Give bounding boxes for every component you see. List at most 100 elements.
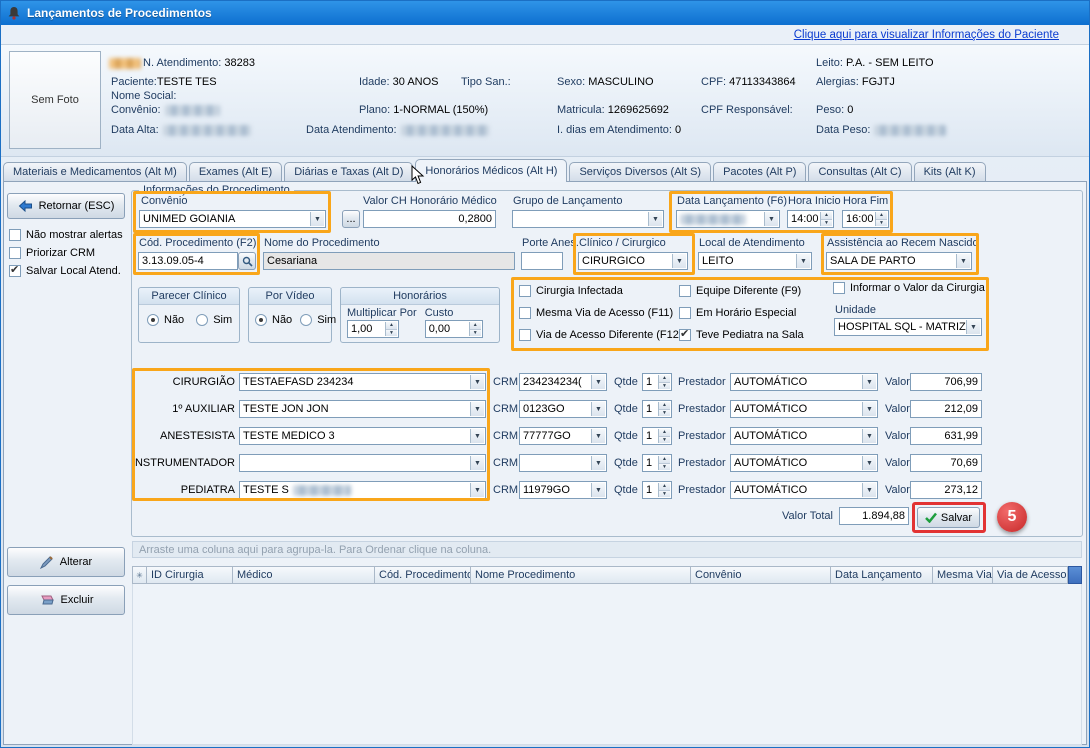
spinner-arrows-icon[interactable]: ▲▼: [875, 212, 887, 226]
chevron-down-icon[interactable]: ▼: [470, 402, 484, 416]
cod-procedimento-input[interactable]: 3.13.09.05-4: [138, 252, 238, 270]
chevron-down-icon[interactable]: ▼: [862, 456, 876, 470]
chevron-down-icon[interactable]: ▼: [862, 375, 876, 389]
salvar-button[interactable]: Salvar: [917, 507, 980, 528]
checkbox-nao-mostrar-alertas[interactable]: Não mostrar alertas: [9, 229, 123, 241]
clinico-cirurgico-combo[interactable]: CIRURGICO▼: [578, 252, 688, 270]
column-data-lancamento[interactable]: Data Lançamento: [831, 566, 933, 584]
chevron-down-icon[interactable]: ▼: [796, 254, 810, 268]
prestador-combo[interactable]: AUTOMÁTICO▼: [730, 454, 878, 472]
tab-materiais[interactable]: Materiais e Medicamentos (Alt M): [3, 162, 187, 182]
crm-combo[interactable]: 0123GO▼: [519, 400, 607, 418]
valor-ch-input[interactable]: 0,2800: [363, 210, 496, 228]
assistencia-rn-combo[interactable]: SALA DE PARTO▼: [826, 252, 972, 270]
local-atendimento-combo[interactable]: LEITO▼: [698, 252, 812, 270]
spinner-arrows-icon[interactable]: ▲▼: [658, 402, 670, 416]
checkbox-cirurgia-infectada[interactable]: Cirurgia Infectada: [519, 285, 623, 297]
chevron-down-icon[interactable]: ▼: [862, 429, 876, 443]
chevron-down-icon[interactable]: ▼: [966, 320, 980, 334]
column-via-acesso[interactable]: Via de Acesso: [993, 566, 1068, 584]
column-nome-procedimento[interactable]: Nome Procedimento: [471, 566, 691, 584]
chevron-down-icon[interactable]: ▼: [470, 456, 484, 470]
chevron-down-icon[interactable]: ▼: [764, 212, 778, 226]
hora-inicio-spinner[interactable]: 14:00 ▲▼: [787, 210, 834, 228]
spinner-arrows-icon[interactable]: ▲▼: [658, 456, 670, 470]
qtde-spinner[interactable]: 1▲▼: [642, 454, 672, 472]
crm-combo[interactable]: 234234234(▼: [519, 373, 607, 391]
checkbox-salvar-local-atend[interactable]: Salvar Local Atend.: [9, 265, 121, 277]
spinner-arrows-icon[interactable]: ▲▼: [658, 429, 670, 443]
chevron-down-icon[interactable]: ▼: [591, 456, 605, 470]
convenio-browse-button[interactable]: ...: [342, 210, 360, 228]
column-id-cirurgia[interactable]: ID Cirurgia: [147, 566, 233, 584]
qtde-spinner[interactable]: 1▲▼: [642, 400, 672, 418]
crm-combo[interactable]: 77777GO▼: [519, 427, 607, 445]
valor-input[interactable]: 631,99: [910, 427, 982, 445]
convenio-combo[interactable]: UNIMED GOIANIA▼: [139, 210, 326, 228]
medico-combo[interactable]: TESTAEFASD 234234▼: [239, 373, 486, 391]
grupo-lancamento-combo[interactable]: ▼: [512, 210, 664, 228]
spinner-arrows-icon[interactable]: ▲▼: [820, 212, 832, 226]
checkbox-equipe-diferente[interactable]: Equipe Diferente (F9): [679, 285, 801, 297]
chevron-down-icon[interactable]: ▼: [470, 429, 484, 443]
medico-combo[interactable]: TESTE JON JON▼: [239, 400, 486, 418]
radio-parecer-sim[interactable]: Sim: [196, 314, 232, 326]
tab-pacotes[interactable]: Pacotes (Alt P): [713, 162, 806, 182]
crm-combo[interactable]: 11979GO▼: [519, 481, 607, 499]
checkbox-horario-especial[interactable]: Em Horário Especial: [679, 307, 796, 319]
column-convenio[interactable]: Convênio: [691, 566, 831, 584]
spinner-arrows-icon[interactable]: ▲▼: [658, 375, 670, 389]
retornar-button[interactable]: Retornar (ESC): [7, 193, 125, 219]
chevron-down-icon[interactable]: ▼: [470, 375, 484, 389]
chevron-down-icon[interactable]: ▼: [591, 375, 605, 389]
valor-input[interactable]: 212,09: [910, 400, 982, 418]
unidade-combo[interactable]: HOSPITAL SQL - MATRIZ▼: [834, 318, 982, 336]
spinner-arrows-icon[interactable]: ▲▼: [658, 483, 670, 497]
hora-fim-spinner[interactable]: 16:00 ▲▼: [842, 210, 889, 228]
column-medico[interactable]: Médico: [233, 566, 375, 584]
radio-parecer-nao[interactable]: Não: [147, 314, 184, 326]
data-lancamento-combo[interactable]: ▼: [676, 210, 780, 228]
chevron-down-icon[interactable]: ▼: [310, 212, 324, 226]
chevron-down-icon[interactable]: ▼: [956, 254, 970, 268]
patient-info-link[interactable]: Clique aqui para visualizar Informações …: [794, 29, 1059, 41]
tab-consultas[interactable]: Consultas (Alt C): [808, 162, 911, 182]
tab-servicos[interactable]: Serviços Diversos (Alt S): [569, 162, 711, 182]
valor-input[interactable]: 706,99: [910, 373, 982, 391]
chevron-down-icon[interactable]: ▼: [862, 402, 876, 416]
grid-scroll-corner[interactable]: [1068, 566, 1082, 584]
prestador-combo[interactable]: AUTOMÁTICO▼: [730, 373, 878, 391]
checkbox-teve-pediatra[interactable]: Teve Pediatra na Sala: [679, 329, 804, 341]
checkbox-via-diferente[interactable]: Via de Acesso Diferente (F12): [519, 329, 683, 341]
valor-input[interactable]: 70,69: [910, 454, 982, 472]
chevron-down-icon[interactable]: ▼: [470, 483, 484, 497]
chevron-down-icon[interactable]: ▼: [591, 429, 605, 443]
radio-video-sim[interactable]: Sim: [300, 314, 336, 326]
chevron-down-icon[interactable]: ▼: [672, 254, 686, 268]
prestador-combo[interactable]: AUTOMÁTICO▼: [730, 400, 878, 418]
checkbox-informar-valor[interactable]: Informar o Valor da Cirurgia: [833, 282, 985, 294]
prestador-combo[interactable]: AUTOMÁTICO▼: [730, 481, 878, 499]
chevron-down-icon[interactable]: ▼: [591, 402, 605, 416]
prestador-combo[interactable]: AUTOMÁTICO▼: [730, 427, 878, 445]
chevron-down-icon[interactable]: ▼: [648, 212, 662, 226]
medico-combo[interactable]: ▼: [239, 454, 486, 472]
custo-spinner[interactable]: 0,00 ▲▼: [425, 320, 483, 338]
medico-combo[interactable]: TESTE S▼: [239, 481, 486, 499]
valor-input[interactable]: 273,12: [910, 481, 982, 499]
cod-procedimento-search-button[interactable]: [238, 252, 256, 270]
qtde-spinner[interactable]: 1▲▼: [642, 427, 672, 445]
tab-exames[interactable]: Exames (Alt E): [189, 162, 282, 182]
crm-combo[interactable]: ▼: [519, 454, 607, 472]
checkbox-priorizar-crm[interactable]: Priorizar CRM: [9, 247, 95, 259]
chevron-down-icon[interactable]: ▼: [591, 483, 605, 497]
spinner-arrows-icon[interactable]: ▲▼: [469, 322, 481, 336]
alterar-button[interactable]: Alterar: [7, 547, 125, 577]
checkbox-mesma-via[interactable]: Mesma Via de Acesso (F11): [519, 307, 673, 319]
porte-anes-input[interactable]: [521, 252, 563, 270]
column-cod-procedimento[interactable]: Cód. Procedimento: [375, 566, 471, 584]
spinner-arrows-icon[interactable]: ▲▼: [385, 322, 397, 336]
qtde-spinner[interactable]: 1▲▼: [642, 481, 672, 499]
column-mesma-via[interactable]: Mesma Via (: [933, 566, 993, 584]
radio-video-nao[interactable]: Não: [255, 314, 292, 326]
